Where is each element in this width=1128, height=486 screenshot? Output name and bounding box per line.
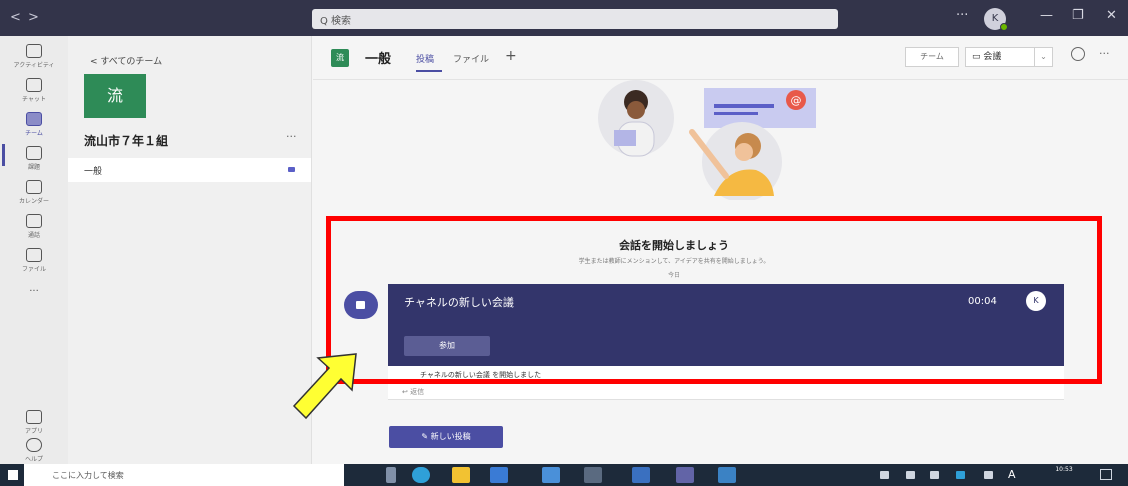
- tab-posts[interactable]: 投稿: [416, 52, 434, 65]
- team-avatar: 流: [84, 74, 146, 118]
- apps-icon: [26, 410, 42, 424]
- taskbar-clock[interactable]: 10:53: [1042, 466, 1086, 473]
- rail-label: ファイル: [21, 266, 46, 273]
- meet-dropdown-chevron-icon[interactable]: ⌄: [1035, 47, 1053, 67]
- rail-label: 通話: [27, 232, 40, 239]
- rail-label: チーム: [25, 130, 43, 137]
- info-icon[interactable]: [1071, 47, 1085, 61]
- rail-label: アクティビティ: [13, 62, 55, 69]
- reply-link[interactable]: ↩ 返信: [402, 387, 424, 397]
- rail-label: 課題: [27, 164, 40, 171]
- chat-icon: [26, 78, 42, 92]
- meet-button[interactable]: ▭ 会議: [965, 47, 1035, 67]
- new-post-label: 新しい投稿: [430, 432, 471, 441]
- minimize-icon[interactable]: —: [1040, 8, 1053, 23]
- rail-label: カレンダー: [18, 198, 49, 205]
- rail-item-help[interactable]: ヘルプ: [0, 438, 68, 463]
- active-tab-underline: [416, 70, 442, 72]
- illustration-person2-face: [735, 143, 753, 161]
- file-icon: [26, 248, 42, 262]
- taskbar: ここに入力して検索 A 10:53: [0, 464, 1128, 486]
- channel-item-general[interactable]: 一般: [68, 158, 311, 182]
- file-explorer-icon[interactable]: [452, 467, 470, 483]
- channel-header: 流 一般 投稿 ファイル + チーム ▭ 会議 ⌄ ···: [313, 36, 1128, 80]
- illustration-person-face: [627, 101, 645, 119]
- volume-icon[interactable]: [984, 471, 993, 479]
- rail-item-teams[interactable]: チーム: [0, 112, 68, 137]
- phone-icon: [26, 214, 42, 228]
- channel-name: 一般: [84, 167, 103, 177]
- rail-item-activity[interactable]: アクティビティ: [0, 44, 68, 69]
- teams-icon: [26, 112, 42, 126]
- rail-item-files[interactable]: ファイル: [0, 248, 68, 273]
- rail-label: ヘルプ: [24, 456, 43, 463]
- new-post-button[interactable]: ✎ 新しい投稿: [389, 426, 503, 448]
- team-more-button[interactable]: ···: [286, 130, 297, 143]
- rail-item-calls[interactable]: 通話: [0, 214, 68, 239]
- notification-icon[interactable]: [1100, 469, 1112, 480]
- calendar-app-icon[interactable]: [632, 467, 650, 483]
- presence-status-icon: [1000, 23, 1008, 31]
- forward-arrow-icon[interactable]: >: [28, 10, 39, 25]
- channel-title: 一般: [365, 52, 392, 67]
- compose-icon: ✎: [421, 432, 431, 441]
- yellow-arrow-icon: [292, 353, 357, 420]
- app-rail: アクティビティ チャット チーム 課題 カレンダー 通話 ファイル ··· アプ…: [0, 36, 68, 464]
- video-camera-icon: ▭: [972, 52, 984, 62]
- more-options-icon[interactable]: ···: [956, 8, 968, 23]
- help-icon: [26, 438, 42, 452]
- photos-icon[interactable]: [718, 467, 736, 483]
- title-bar: < > Q 検索 ··· K — ❐ ✕: [0, 0, 1128, 36]
- onedrive-icon[interactable]: [956, 471, 965, 479]
- battery-icon[interactable]: [906, 471, 915, 479]
- rail-item-calendar[interactable]: カレンダー: [0, 180, 68, 205]
- rail-item-chat[interactable]: チャット: [0, 78, 68, 103]
- search-input[interactable]: Q 検索: [312, 9, 838, 29]
- maximize-icon[interactable]: ❐: [1072, 8, 1084, 23]
- highlight-box: [326, 216, 1102, 384]
- network-icon[interactable]: [930, 471, 939, 479]
- assignments-icon: [26, 146, 42, 160]
- bell-icon: [26, 44, 42, 58]
- store-icon[interactable]: [542, 467, 560, 483]
- chevron-up-icon[interactable]: [880, 471, 889, 479]
- team-panel: < すべてのチーム 流 流山市７年１組 ··· 一般: [68, 36, 312, 464]
- channel-team-avatar: 流: [331, 49, 349, 67]
- team-button[interactable]: チーム: [905, 47, 959, 67]
- channel-more-button[interactable]: ···: [1099, 47, 1110, 60]
- ime-indicator[interactable]: A: [1008, 468, 1016, 481]
- task-view-icon[interactable]: [386, 467, 396, 483]
- close-icon[interactable]: ✕: [1106, 8, 1117, 23]
- illustration-message-line: [714, 112, 758, 115]
- camera-icon[interactable]: [584, 467, 602, 483]
- taskbar-search-input[interactable]: ここに入力して検索: [24, 464, 344, 486]
- edge-browser-icon[interactable]: [412, 467, 430, 483]
- illustration-laptop: [614, 130, 636, 146]
- team-name[interactable]: 流山市７年１組: [84, 132, 168, 149]
- teams-app-icon[interactable]: [676, 467, 694, 483]
- all-teams-link[interactable]: < すべてのチーム: [90, 54, 162, 67]
- add-tab-button[interactable]: +: [505, 48, 517, 64]
- rail-label: チャット: [22, 96, 46, 103]
- arrow-shape: [292, 353, 357, 420]
- calendar-icon: [26, 180, 42, 194]
- back-arrow-icon[interactable]: <: [10, 10, 21, 25]
- illustration-message-line: [714, 104, 774, 108]
- rail-item-assignments[interactable]: 課題: [0, 146, 68, 171]
- windows-start-icon[interactable]: [8, 470, 18, 480]
- rail-label: アプリ: [24, 428, 43, 435]
- welcome-illustration: @: [598, 80, 816, 200]
- tab-files[interactable]: ファイル: [453, 52, 489, 65]
- illustration-at-sign: @: [791, 94, 802, 107]
- meet-button-label: 会議: [983, 52, 1002, 62]
- rail-more-button[interactable]: ···: [0, 286, 68, 297]
- meeting-camera-icon: [288, 167, 295, 172]
- mail-icon[interactable]: [490, 467, 508, 483]
- rail-item-apps[interactable]: アプリ: [0, 410, 68, 435]
